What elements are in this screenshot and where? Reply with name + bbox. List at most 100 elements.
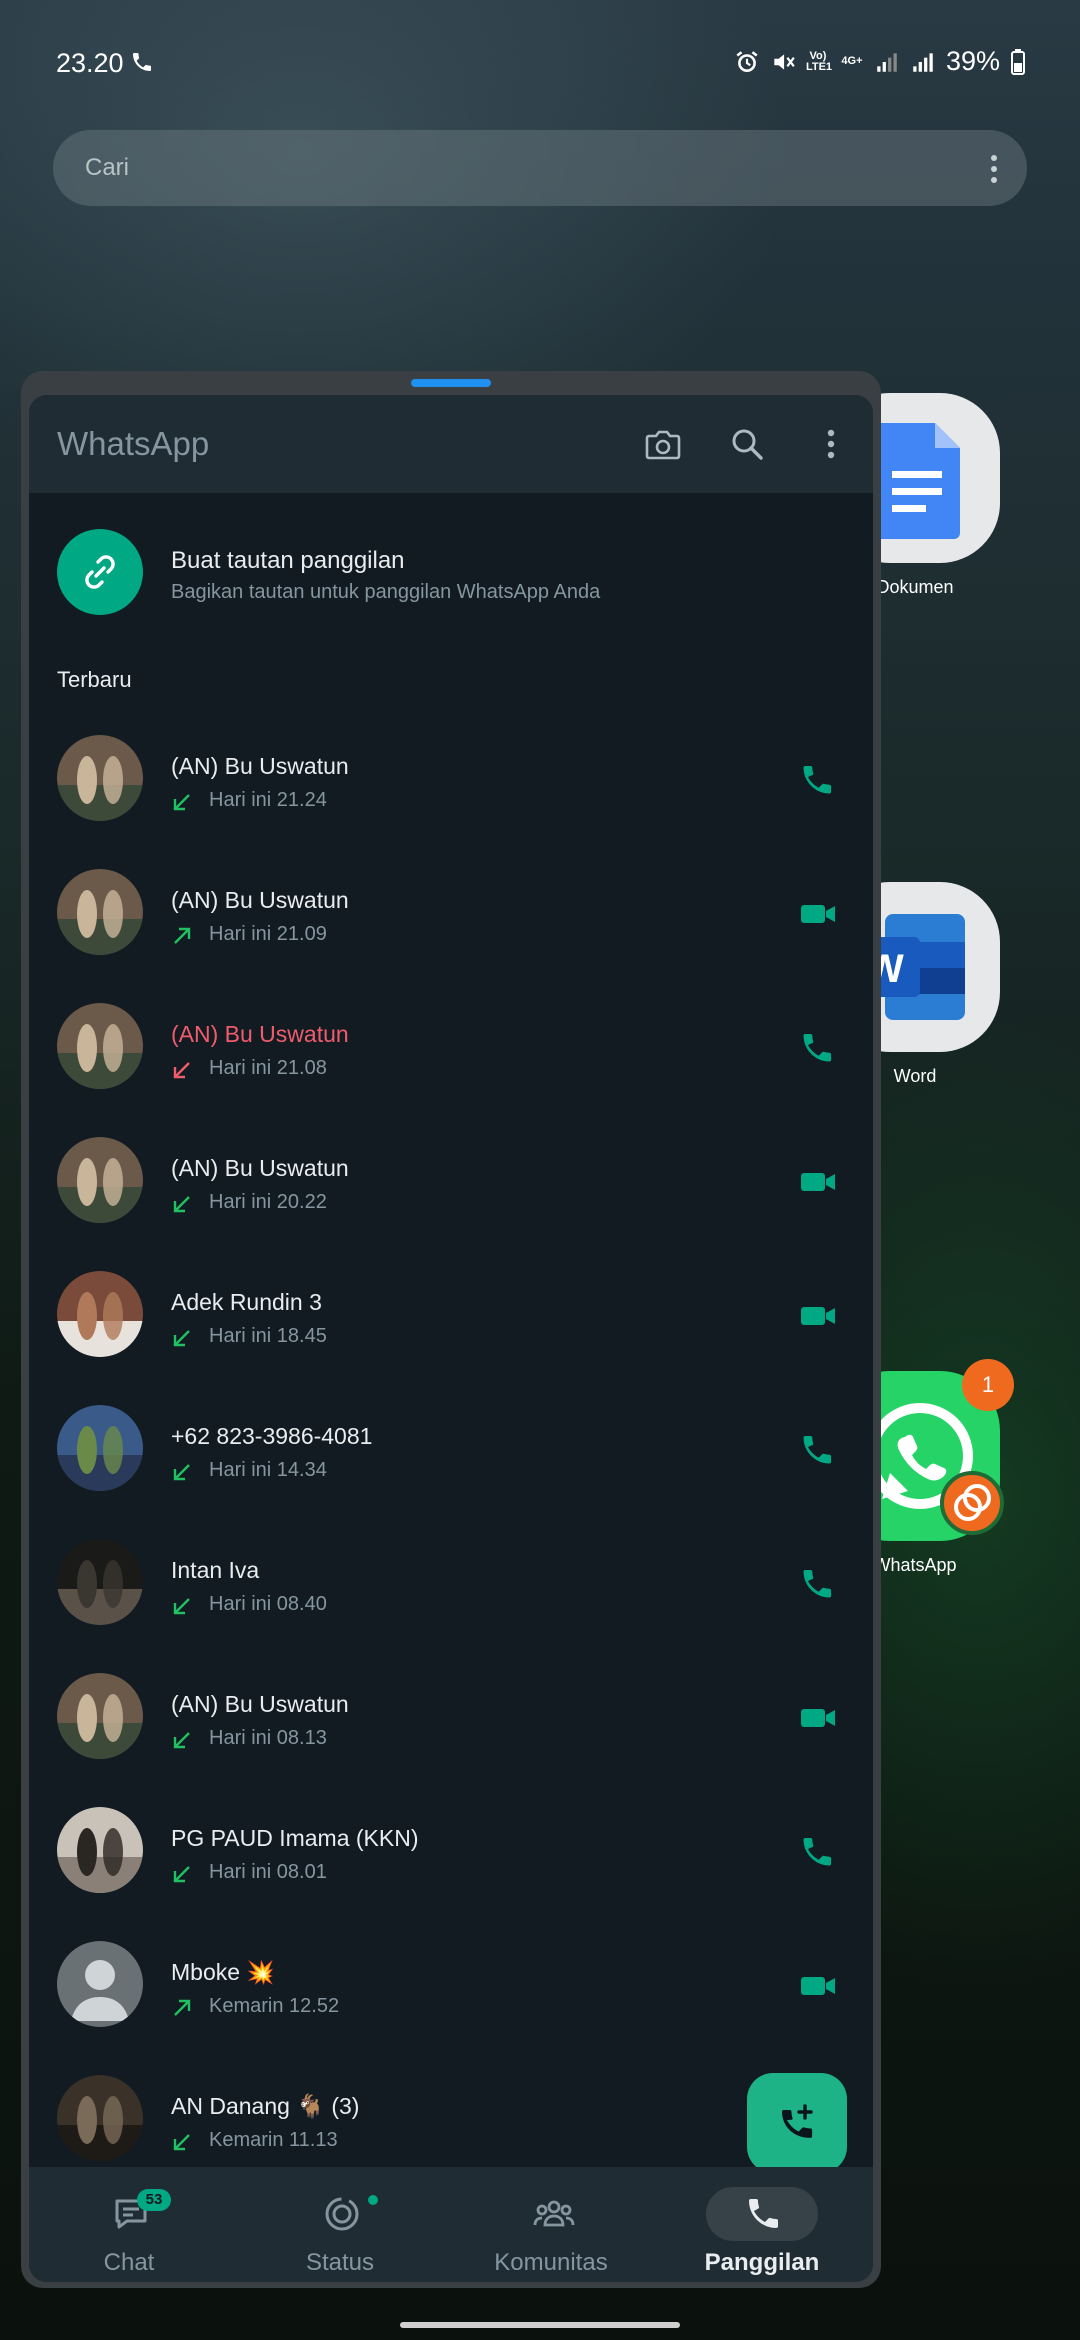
status-update-dot xyxy=(368,2195,378,2205)
contact-avatar[interactable] xyxy=(57,1539,143,1625)
voice-call-icon[interactable] xyxy=(799,761,837,799)
contact-name: (AN) Bu Uswatun xyxy=(171,1691,349,1717)
mute-icon xyxy=(774,53,795,70)
video-call-icon[interactable] xyxy=(799,1967,837,2005)
add-call-icon xyxy=(782,2104,813,2138)
contact-avatar[interactable] xyxy=(57,1941,143,2027)
contact-name: AN Danang 🐐 (3) xyxy=(171,2093,360,2119)
contact-avatar[interactable] xyxy=(57,1405,143,1491)
contact-avatar[interactable] xyxy=(57,1137,143,1223)
video-call-icon[interactable] xyxy=(799,1163,837,1201)
popup-drag-handle[interactable] xyxy=(411,379,491,387)
call-log-row[interactable]: Intan Iva Hari ini 08.40 xyxy=(29,1517,873,1651)
incoming-call-arrow-icon xyxy=(173,2134,190,2151)
contact-name: PG PAUD Imama (KKN) xyxy=(171,1825,419,1851)
app-title: WhatsApp xyxy=(57,425,210,462)
search-input[interactable] xyxy=(85,130,935,206)
contact-avatar[interactable] xyxy=(57,1807,143,1893)
unread-chats-badge: 53 xyxy=(137,2189,171,2211)
call-log-row[interactable]: (AN) Bu Uswatun Hari ini 21.24 xyxy=(29,713,873,847)
create-call-link-subtitle: Bagikan tautan untuk panggilan WhatsApp … xyxy=(171,581,601,603)
call-time: Hari ini 21.09 xyxy=(209,923,327,945)
video-call-icon[interactable] xyxy=(799,1297,837,1335)
call-time: Hari ini 20.22 xyxy=(209,1191,327,1213)
battery-percentage: 39% xyxy=(945,46,1000,76)
status-icon xyxy=(325,2197,359,2231)
call-log-row[interactable]: (AN) Bu Uswatun Hari ini 21.09 xyxy=(29,847,873,981)
voice-call-icon[interactable] xyxy=(799,1431,837,1469)
call-time: Hari ini 08.01 xyxy=(209,1861,327,1883)
app-header: WhatsApp xyxy=(29,395,873,493)
call-log-row[interactable]: (AN) Bu Uswatun Hari ini 21.08 xyxy=(29,981,873,1115)
link-icon xyxy=(57,529,143,615)
voice-call-icon[interactable] xyxy=(799,1029,837,1067)
contact-name: (AN) Bu Uswatun xyxy=(171,887,349,913)
call-time: Kemarin 11.13 xyxy=(209,2129,338,2151)
contact-name: (AN) Bu Uswatun xyxy=(171,753,349,779)
voice-call-icon[interactable] xyxy=(799,1833,837,1871)
bottom-navigation: 53 Chat Status Komunitas Panggilan xyxy=(29,2167,873,2282)
tab-calls[interactable]: Panggilan xyxy=(662,2167,873,2282)
network-indicator: 4G+ xyxy=(841,55,863,67)
contact-name: Mboke 💥 xyxy=(171,1959,276,1985)
outgoing-call-arrow-icon xyxy=(174,1999,191,2016)
call-time: Hari ini 18.45 xyxy=(209,1325,327,1347)
tab-calls-label: Panggilan xyxy=(704,2249,820,2276)
signal-2-icon xyxy=(913,52,933,72)
camera-icon[interactable] xyxy=(641,422,685,466)
call-log-row[interactable]: Adek Rundin 3 Hari ini 18.45 xyxy=(29,1249,873,1383)
menu-icon[interactable] xyxy=(809,422,853,466)
section-heading-recent: Terbaru xyxy=(57,667,132,692)
call-time: Hari ini 08.13 xyxy=(209,1727,327,1749)
incoming-call-arrow-icon xyxy=(173,1330,190,1347)
call-time: Kemarin 12.52 xyxy=(209,1995,340,2017)
tab-chat-label: Chat xyxy=(103,2249,155,2276)
popup-window: WhatsApp Buat tautan panggilan Bagikan t… xyxy=(21,371,881,2288)
create-call-link-title: Buat tautan panggilan xyxy=(171,547,405,574)
gesture-navigation-bar[interactable] xyxy=(400,2322,680,2328)
home-search-bar[interactable] xyxy=(53,130,1027,206)
call-log-row[interactable]: +62 823-3986-4081 Hari ini 14.34 xyxy=(29,1383,873,1517)
contact-avatar[interactable] xyxy=(57,869,143,955)
video-call-icon[interactable] xyxy=(799,895,837,933)
call-log-row[interactable]: Mboke 💥 Kemarin 12.52 xyxy=(29,1919,873,2053)
voice-call-icon[interactable] xyxy=(799,1565,837,1603)
call-list: (AN) Bu Uswatun Hari ini 21.24 (AN) Bu Usw… xyxy=(29,713,873,2187)
incoming-call-arrow-icon xyxy=(173,794,190,811)
contact-avatar[interactable] xyxy=(57,2075,143,2161)
tab-communities[interactable]: Komunitas xyxy=(451,2167,662,2282)
status-bar: 23.20 Vo) LTE1 4G+ 39% xyxy=(0,0,1080,130)
signal-1-icon xyxy=(877,52,897,72)
more-options-icon[interactable] xyxy=(991,154,997,184)
new-call-button[interactable] xyxy=(747,2073,847,2173)
contact-avatar[interactable] xyxy=(57,1003,143,1089)
notification-badge: 1 xyxy=(962,1359,1014,1411)
video-call-icon[interactable] xyxy=(799,1699,837,1737)
tab-chat[interactable]: 53 Chat xyxy=(29,2167,240,2282)
incoming-call-arrow-icon xyxy=(173,1464,190,1481)
alarm-icon xyxy=(736,50,758,72)
missed-call-arrow-icon xyxy=(173,1062,190,1079)
create-call-link[interactable]: Buat tautan panggilan Bagikan tautan unt… xyxy=(29,493,873,653)
call-log-row[interactable]: PG PAUD Imama (KKN) Hari ini 08.01 xyxy=(29,1785,873,1919)
contact-avatar[interactable] xyxy=(57,735,143,821)
call-time: Hari ini 14.34 xyxy=(209,1459,327,1481)
contact-avatar[interactable] xyxy=(57,1271,143,1357)
contact-avatar[interactable] xyxy=(57,1673,143,1759)
battery-icon xyxy=(1011,48,1025,75)
contact-name: (AN) Bu Uswatun xyxy=(171,1155,349,1181)
whatsapp-window: WhatsApp Buat tautan panggilan Bagikan t… xyxy=(29,395,873,2282)
contact-name: Intan Iva xyxy=(171,1557,260,1583)
search-icon[interactable] xyxy=(725,422,769,466)
communities-icon xyxy=(533,2200,575,2227)
contact-name: Adek Rundin 3 xyxy=(171,1289,322,1315)
incoming-call-arrow-icon xyxy=(173,1598,190,1615)
contact-name: (AN) Bu Uswatun xyxy=(171,1021,349,1047)
call-log-row[interactable]: (AN) Bu Uswatun Hari ini 20.22 xyxy=(29,1115,873,1249)
dual-messenger-icon xyxy=(940,1471,1004,1535)
call-log-row[interactable]: (AN) Bu Uswatun Hari ini 08.13 xyxy=(29,1651,873,1785)
outgoing-call-arrow-icon xyxy=(174,927,191,944)
volte-indicator: Vo) LTE1 xyxy=(805,49,833,73)
calls-tab-icon xyxy=(749,2199,778,2228)
tab-status[interactable]: Status xyxy=(240,2167,451,2282)
